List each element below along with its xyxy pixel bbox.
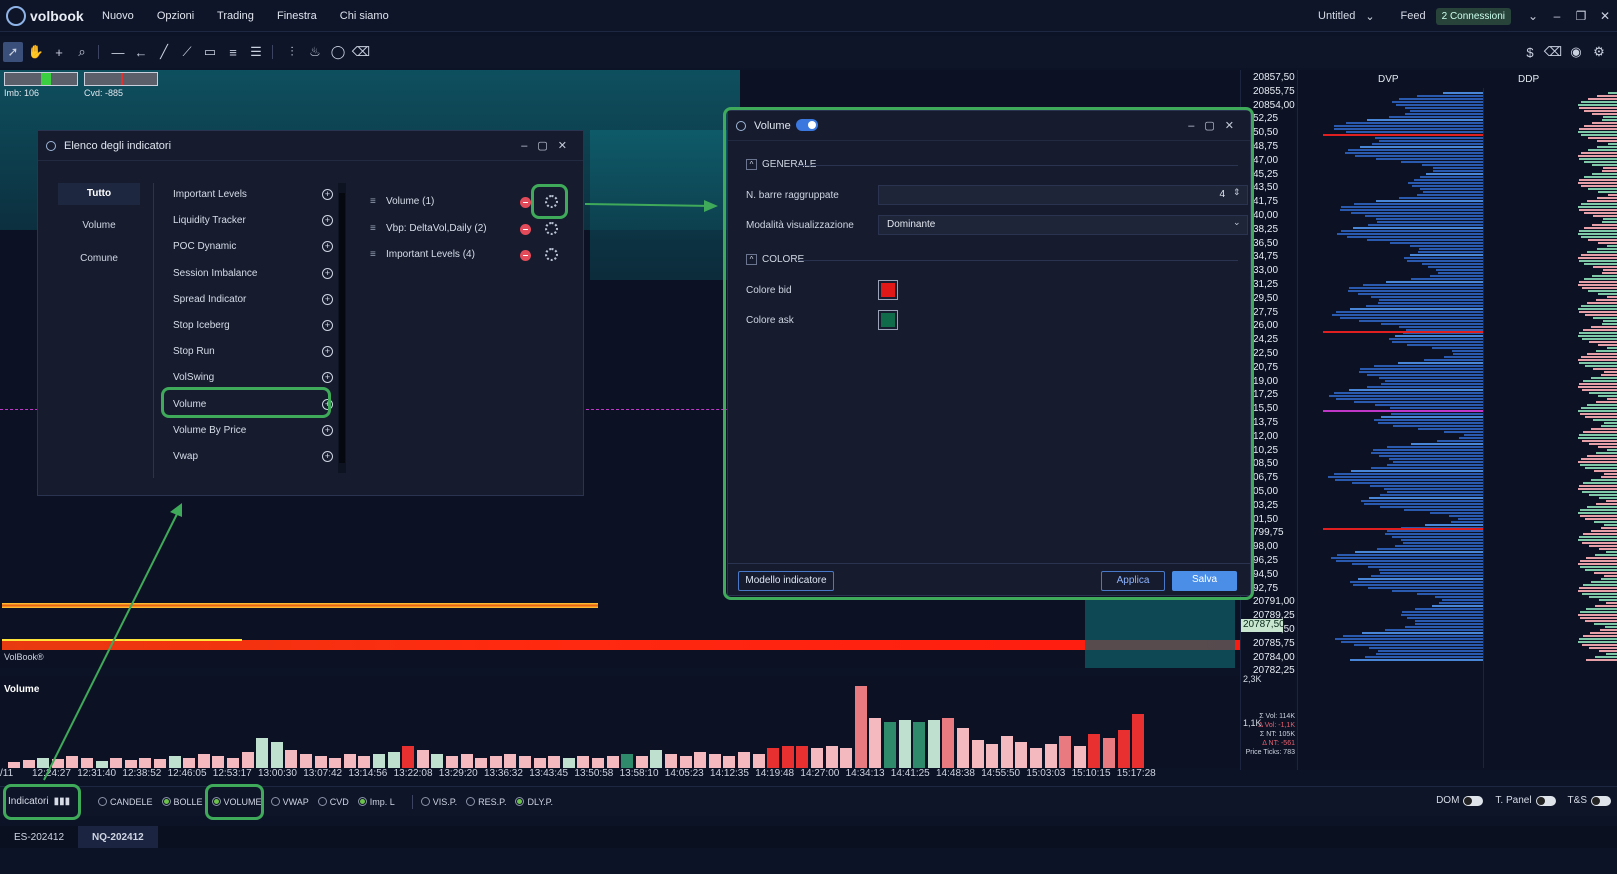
switch-1[interactable]: T. Panel (1495, 795, 1556, 806)
toggle-candele[interactable]: CANDELE (98, 797, 153, 807)
toggle-cvd[interactable]: CVD (317, 796, 349, 807)
toggle-switch[interactable] (1591, 795, 1611, 806)
toggle-switch[interactable] (1535, 795, 1556, 806)
toggle-label: CVD (329, 796, 349, 807)
toggle-label: Imp. L (369, 796, 395, 807)
radio-icon (270, 797, 280, 806)
radio-icon (98, 797, 107, 806)
radio-icon (515, 797, 525, 806)
toggle-dlyp[interactable]: DLY.P. (515, 797, 553, 807)
toggle-label: VWAP (282, 796, 309, 807)
tab-nq[interactable]: NQ-202412 (78, 826, 158, 848)
toggle-label: RES.P. (478, 796, 507, 807)
toggle-label: VIS.P. (432, 796, 458, 807)
radio-icon (466, 797, 476, 806)
toggle-label: BOLLE (173, 796, 203, 807)
highlight-volume-toggle (205, 784, 264, 820)
toggle-label: DLY.P. (527, 796, 554, 807)
highlight-indicators-button (3, 784, 81, 820)
toggle-bolle[interactable]: BOLLE (161, 796, 203, 807)
switch-label: T. Panel (1495, 795, 1532, 806)
toggle-impl[interactable]: Imp. L (357, 796, 395, 807)
toggle-resp[interactable]: RES.P. (466, 797, 506, 807)
annotation-arrows (43, 200, 718, 781)
switch-0[interactable]: DOM (1436, 795, 1484, 806)
switch-2[interactable]: T&S (1568, 795, 1611, 806)
toggle-visp[interactable]: VIS.P. (420, 796, 458, 807)
toggle-switch[interactable] (1463, 795, 1484, 806)
radio-icon (420, 797, 430, 806)
switch-label: T&S (1567, 795, 1587, 806)
radio-icon (357, 797, 367, 806)
switch-label: DOM (1436, 795, 1460, 806)
toggle-label: CANDELE (110, 796, 153, 807)
tab-es[interactable]: ES-202412 (0, 826, 78, 848)
symbol-tabs: ES-202412 NQ-202412 (0, 826, 1617, 848)
radio-icon (161, 797, 171, 806)
radio-icon (317, 797, 327, 806)
toggle-vwap[interactable]: VWAP (270, 796, 309, 807)
